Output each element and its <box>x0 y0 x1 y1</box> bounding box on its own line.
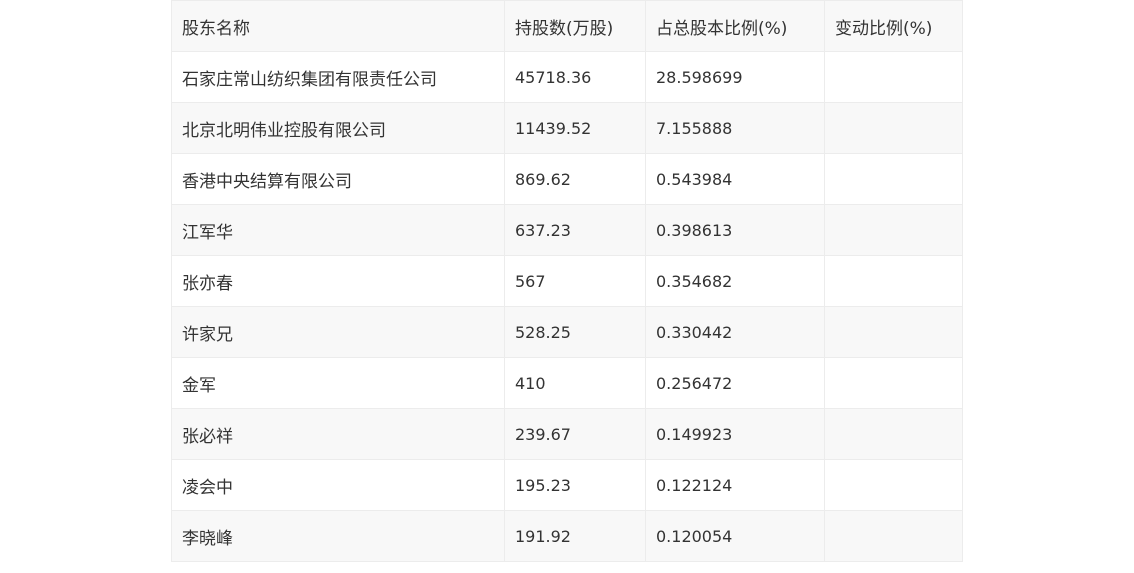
cell-shares-held: 528.25 <box>504 306 646 358</box>
cell-share-ratio: 0.149923 <box>645 408 825 460</box>
table-row: 石家庄常山纺织集团有限责任公司 45718.36 28.598699 <box>171 51 963 103</box>
cell-shares-held: 637.23 <box>504 204 646 256</box>
cell-change-ratio <box>824 459 963 511</box>
cell-shares-held: 869.62 <box>504 153 646 205</box>
cell-change-ratio <box>824 306 963 358</box>
cell-change-ratio <box>824 204 963 256</box>
cell-change-ratio <box>824 255 963 307</box>
cell-shareholder-name: 香港中央结算有限公司 <box>171 153 505 205</box>
cell-share-ratio: 0.354682 <box>645 255 825 307</box>
cell-share-ratio: 0.330442 <box>645 306 825 358</box>
table-row: 江军华 637.23 0.398613 <box>171 204 963 256</box>
cell-shares-held: 410 <box>504 357 646 409</box>
cell-shareholder-name: 石家庄常山纺织集团有限责任公司 <box>171 51 505 103</box>
header-change-ratio: 变动比例(%) <box>824 0 963 52</box>
cell-shares-held: 195.23 <box>504 459 646 511</box>
shareholder-table-container: 股东名称 持股数(万股) 占总股本比例(%) 变动比例(%) 石家庄常山纺织集团… <box>171 0 963 562</box>
cell-change-ratio <box>824 357 963 409</box>
cell-share-ratio: 28.598699 <box>645 51 825 103</box>
table-row: 张亦春 567 0.354682 <box>171 255 963 307</box>
cell-shareholder-name: 金军 <box>171 357 505 409</box>
cell-shares-held: 239.67 <box>504 408 646 460</box>
table-row: 金军 410 0.256472 <box>171 357 963 409</box>
cell-change-ratio <box>824 408 963 460</box>
table-row: 李晓峰 191.92 0.120054 <box>171 510 963 562</box>
cell-share-ratio: 0.122124 <box>645 459 825 511</box>
cell-shareholder-name: 张亦春 <box>171 255 505 307</box>
cell-share-ratio: 0.256472 <box>645 357 825 409</box>
table-row: 凌会中 195.23 0.122124 <box>171 459 963 511</box>
cell-shares-held: 45718.36 <box>504 51 646 103</box>
table-header: 股东名称 持股数(万股) 占总股本比例(%) 变动比例(%) <box>171 0 963 52</box>
cell-share-ratio: 0.120054 <box>645 510 825 562</box>
header-shares-held: 持股数(万股) <box>504 0 646 52</box>
cell-shareholder-name: 张必祥 <box>171 408 505 460</box>
table-row: 北京北明伟业控股有限公司 11439.52 7.155888 <box>171 102 963 154</box>
shareholder-table: 股东名称 持股数(万股) 占总股本比例(%) 变动比例(%) 石家庄常山纺织集团… <box>171 0 963 562</box>
cell-share-ratio: 0.398613 <box>645 204 825 256</box>
cell-change-ratio <box>824 102 963 154</box>
cell-change-ratio <box>824 510 963 562</box>
cell-shares-held: 11439.52 <box>504 102 646 154</box>
header-shareholder-name: 股东名称 <box>171 0 505 52</box>
header-row: 股东名称 持股数(万股) 占总股本比例(%) 变动比例(%) <box>171 0 963 52</box>
cell-change-ratio <box>824 153 963 205</box>
cell-shares-held: 567 <box>504 255 646 307</box>
cell-share-ratio: 7.155888 <box>645 102 825 154</box>
table-row: 香港中央结算有限公司 869.62 0.543984 <box>171 153 963 205</box>
header-share-ratio: 占总股本比例(%) <box>645 0 825 52</box>
cell-shareholder-name: 许家兄 <box>171 306 505 358</box>
cell-shareholder-name: 凌会中 <box>171 459 505 511</box>
cell-shareholder-name: 北京北明伟业控股有限公司 <box>171 102 505 154</box>
cell-shareholder-name: 李晓峰 <box>171 510 505 562</box>
table-body: 石家庄常山纺织集团有限责任公司 45718.36 28.598699 北京北明伟… <box>171 51 963 562</box>
cell-shareholder-name: 江军华 <box>171 204 505 256</box>
table-row: 许家兄 528.25 0.330442 <box>171 306 963 358</box>
cell-share-ratio: 0.543984 <box>645 153 825 205</box>
cell-change-ratio <box>824 51 963 103</box>
table-row: 张必祥 239.67 0.149923 <box>171 408 963 460</box>
cell-shares-held: 191.92 <box>504 510 646 562</box>
